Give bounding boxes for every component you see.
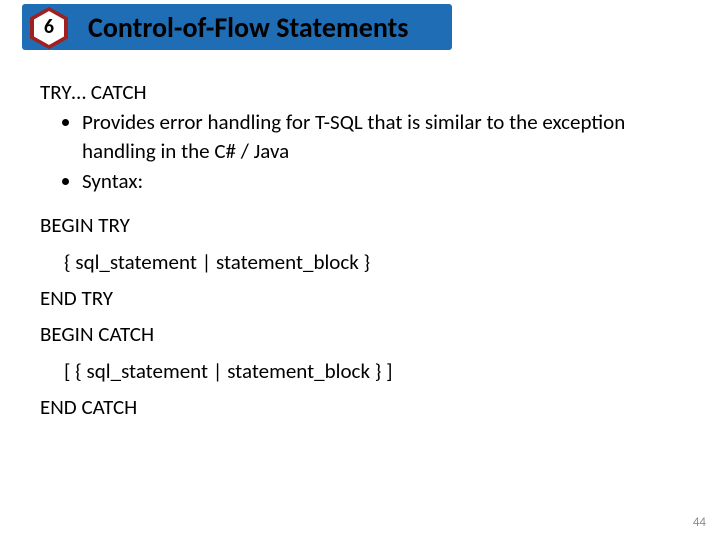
syntax-line: BEGIN CATCH	[40, 320, 680, 348]
syntax-line: BEGIN TRY	[40, 211, 680, 239]
syntax-line: { sql_statement | statement_block }	[40, 248, 680, 276]
syntax-block: BEGIN TRY { sql_statement | statement_bl…	[40, 211, 680, 421]
bullet-item: Provides error handling for T-SQL that i…	[82, 108, 680, 165]
slide: Control-of-Flow Statements 6 TRY… CATCH …	[0, 0, 720, 540]
title-bar: Control-of-Flow Statements	[22, 4, 452, 50]
bullet-list: Provides error handling for T-SQL that i…	[40, 108, 680, 195]
subheading: TRY… CATCH	[40, 78, 680, 106]
section-number: 6	[44, 17, 54, 37]
slide-body: TRY… CATCH Provides error handling for T…	[40, 78, 680, 429]
syntax-line: END TRY	[40, 284, 680, 312]
section-badge: 6	[30, 7, 68, 49]
page-number: 44	[693, 515, 706, 530]
slide-title: Control-of-Flow Statements	[88, 10, 408, 45]
bullet-item: Syntax:	[82, 167, 680, 195]
syntax-line: [ { sql_statement | statement_block } ]	[40, 357, 680, 385]
syntax-line: END CATCH	[40, 393, 680, 421]
